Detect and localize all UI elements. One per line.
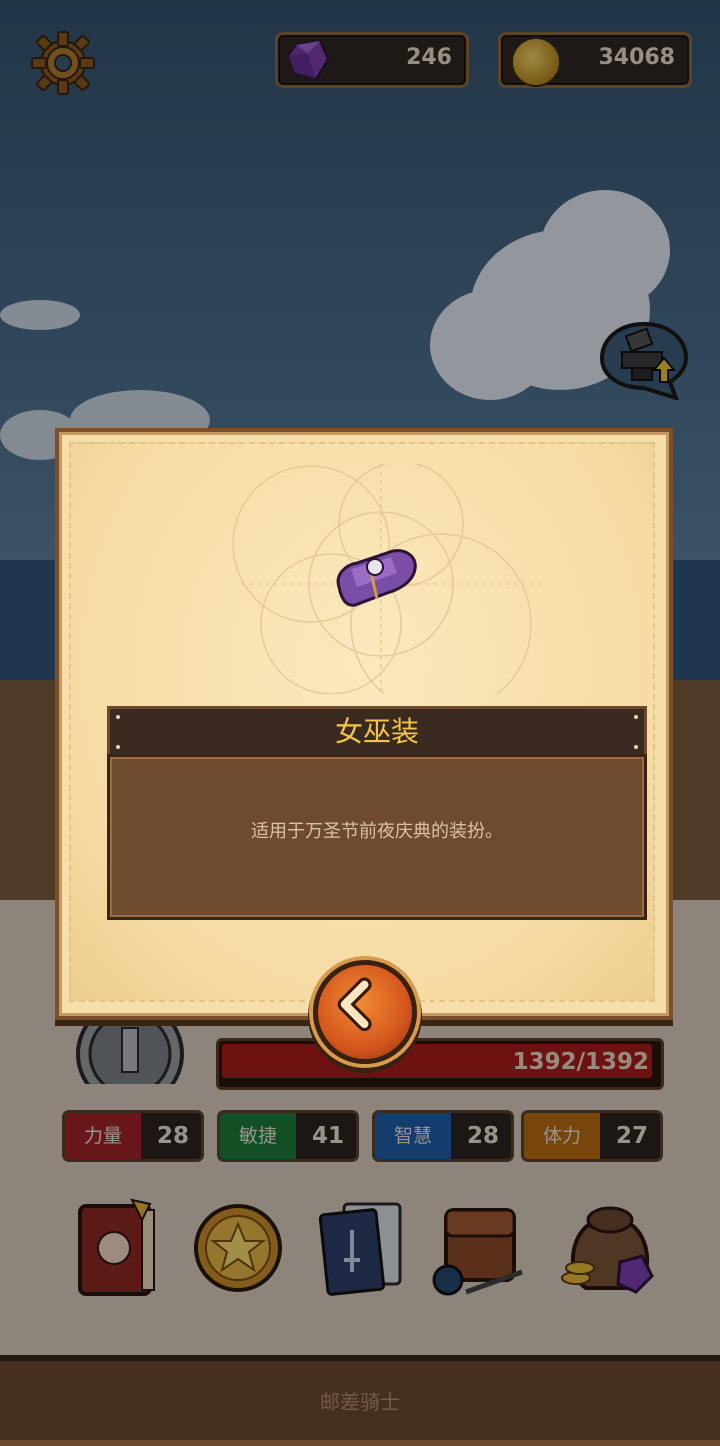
item-description: 适用于万圣节前夜庆典的装扮。 <box>251 821 503 842</box>
witch-costume-icon <box>336 549 417 607</box>
item-name: 女巫装 <box>334 715 419 748</box>
item-description-box: 适用于万圣节前夜庆典的装扮。 <box>107 754 647 920</box>
chevron-left-icon <box>337 977 372 1032</box>
back-button[interactable] <box>313 960 417 1064</box>
parchment-background: 女巫装 适用于万圣节前夜庆典的装扮。 <box>69 442 655 1002</box>
item-detail-panel: 女巫装 适用于万圣节前夜庆典的装扮。 <box>55 428 673 1020</box>
item-name-banner: 女巫装 <box>107 706 647 758</box>
